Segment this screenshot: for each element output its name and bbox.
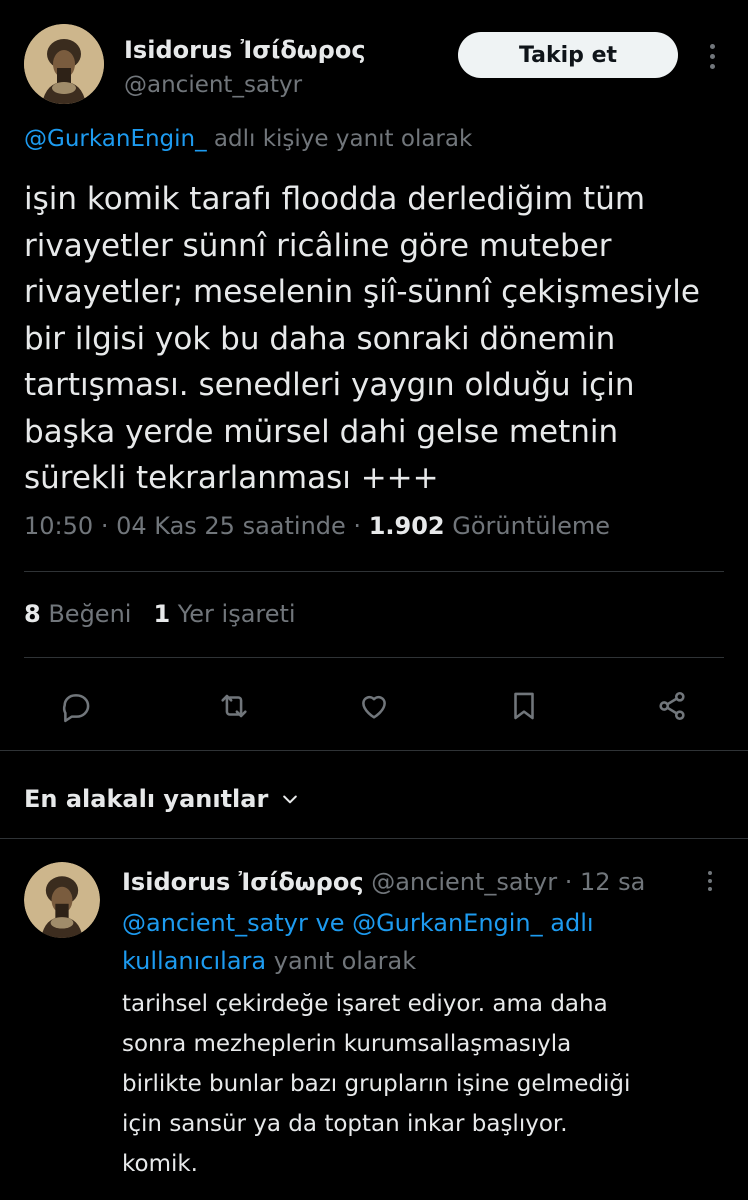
views-label: Görüntüleme [452, 512, 611, 540]
tweet-text-line: başka yerde mürsel dahi gelse metnin [24, 413, 619, 450]
bookmark-icon[interactable] [504, 686, 544, 726]
reply-text-line: tarihsel çekirdeğe işaret ediyor. ama da… [122, 991, 608, 1017]
reply-header: Isidorus Ἰσίδωρος @ancient_satyr · 12 sa [122, 868, 645, 896]
reply-text-line: için sansür ya da toptan inkar başlıyor. [122, 1111, 568, 1137]
reply-icon[interactable] [56, 686, 96, 726]
likes-stat[interactable]: 8 Beğeni [24, 600, 131, 628]
author-avatar[interactable] [24, 24, 104, 104]
reply-context: @GurkanEngin_ adlı kişiye yanıt olarak [24, 126, 472, 152]
meta-separator: · [353, 512, 369, 540]
reply-mentions-link[interactable]: kullanıcılara [122, 947, 266, 975]
reply-context-text: yanıt olarak [266, 947, 417, 975]
retweet-icon[interactable] [214, 686, 254, 726]
meta-separator: · [564, 868, 580, 896]
reply-author-avatar[interactable] [24, 862, 100, 938]
replies-sort-dropdown[interactable]: En alakalı yanıtlar [24, 785, 300, 813]
bookmarks-count: 1 [153, 600, 171, 628]
like-icon[interactable] [354, 686, 394, 726]
reply-time[interactable]: 12 sa [580, 868, 645, 896]
reply-text-line: sonra mezheplerin kurumsallaşmasıyla [122, 1031, 572, 1057]
tweet-meta: 10:50 · 04 Kas 25 saatinde · 1.902 Görün… [24, 512, 610, 540]
tweet-text: işin komik tarafı floodda derlediğim tüm… [24, 176, 734, 502]
reply-text: tarihsel çekirdeğe işaret ediyor. ama da… [122, 984, 722, 1184]
reply-text-line: birlikte bunlar bazı grupların işine gel… [122, 1071, 631, 1097]
reply-more-options-icon[interactable] [700, 866, 720, 896]
bookmarks-label: Yer işareti [177, 600, 296, 628]
reply-context: @ancient_satyr ve @GurkanEngin_ adlı kul… [122, 904, 682, 980]
author-name[interactable]: Isidorus Ἰσίδωρος [124, 36, 366, 64]
tweet-text-line: bir ilgisi yok bu daha sonraki dönemin [24, 320, 616, 357]
meta-separator: · [100, 512, 117, 540]
reply-text-line: komik. [122, 1151, 198, 1177]
reply-mention-link[interactable]: @GurkanEngin_ [24, 126, 207, 152]
section-divider [0, 838, 748, 839]
tweet-stats: 8 Beğeni 1 Yer işareti [24, 600, 296, 628]
author-handle[interactable]: @ancient_satyr [124, 72, 302, 98]
tweet-text-line: sürekli tekrarlanması +++ [24, 460, 439, 496]
divider [24, 657, 724, 658]
reply-author-name[interactable]: Isidorus Ἰσίδωρος [122, 868, 364, 896]
share-icon[interactable] [652, 686, 692, 726]
replies-sort-label: En alakalı yanıtlar [24, 785, 269, 813]
tweet-time[interactable]: 10:50 [24, 512, 93, 540]
action-bar [24, 686, 724, 726]
bookmarks-stat[interactable]: 1 Yer işareti [153, 600, 295, 628]
tweet-date[interactable]: 04 Kas 25 saatinde [116, 512, 346, 540]
tweet-text-line: tartışması. senedleri yaygın olduğu için [24, 367, 635, 403]
tweet-text-line: rivayetler sünnî ricâline göre muteber [24, 227, 612, 264]
section-divider [0, 750, 748, 751]
tweet-text-line: rivayetler; meselenin şiî-sünnî çekişmes… [24, 274, 700, 310]
more-options-icon[interactable] [700, 36, 724, 76]
views-count: 1.902 [368, 512, 445, 540]
divider [24, 571, 724, 572]
chevron-down-icon [283, 795, 298, 804]
tweet-text-line: işin komik tarafı floodda derlediğim tüm [24, 181, 646, 217]
reply-context-text: adlı kişiye yanıt olarak [206, 126, 473, 152]
likes-label: Beğeni [48, 600, 132, 628]
likes-count: 8 [24, 600, 41, 628]
reply-mentions-line[interactable]: @ancient_satyr ve @GurkanEngin_ adlı [122, 904, 682, 942]
follow-button[interactable]: Takip et [458, 32, 678, 78]
reply-author-handle[interactable]: @ancient_satyr [371, 868, 557, 896]
